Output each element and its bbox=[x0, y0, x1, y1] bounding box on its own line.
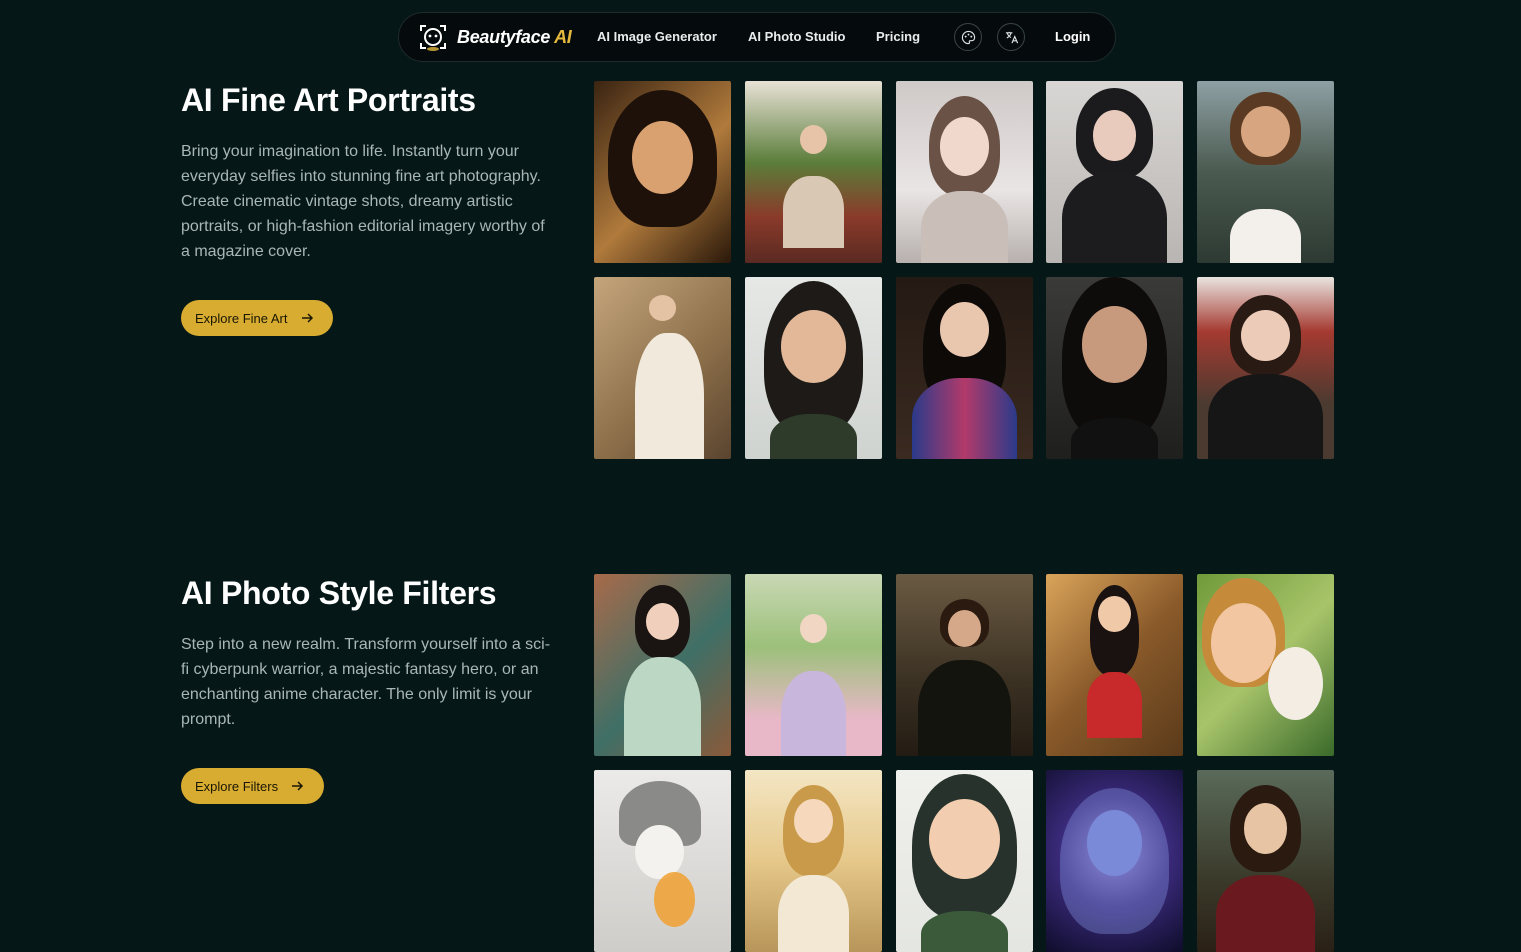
section-title-style-filters: AI Photo Style Filters bbox=[181, 575, 497, 611]
language-button[interactable] bbox=[997, 23, 1025, 51]
gallery-image[interactable] bbox=[1046, 574, 1183, 756]
gallery-image[interactable] bbox=[594, 770, 731, 952]
nav-pricing[interactable]: Pricing bbox=[876, 29, 920, 44]
gallery-image[interactable] bbox=[1046, 277, 1183, 459]
theme-button[interactable] bbox=[954, 23, 982, 51]
gallery-image[interactable] bbox=[1046, 770, 1183, 952]
gallery-image[interactable] bbox=[745, 81, 882, 263]
palette-icon bbox=[961, 30, 975, 44]
section-desc-fine-art: Bring your imagination to life. Instantl… bbox=[181, 143, 545, 260]
gallery-image[interactable] bbox=[594, 81, 731, 263]
gallery-image[interactable] bbox=[594, 574, 731, 756]
explore-filters-button[interactable]: Explore Filters bbox=[181, 768, 324, 804]
top-nav: Beautyface AI AI Image Generator AI Phot… bbox=[398, 12, 1116, 62]
translate-icon bbox=[1005, 31, 1018, 43]
arrow-right-icon bbox=[292, 781, 304, 791]
gallery-image[interactable] bbox=[896, 81, 1033, 263]
gallery-image[interactable] bbox=[745, 277, 882, 459]
brand-name: Beautyface AI bbox=[457, 26, 572, 47]
face-scan-icon bbox=[420, 25, 446, 51]
brand-logo[interactable]: Beautyface AI bbox=[419, 23, 572, 51]
gallery-image[interactable] bbox=[1197, 277, 1334, 459]
gallery-image[interactable] bbox=[1197, 770, 1334, 952]
button-label: Explore Filters bbox=[195, 778, 279, 794]
login-link[interactable]: Login bbox=[1055, 29, 1090, 44]
gallery-image[interactable] bbox=[896, 574, 1033, 756]
gallery-image[interactable] bbox=[896, 770, 1033, 952]
gallery-image[interactable] bbox=[1197, 81, 1334, 263]
gallery-image[interactable] bbox=[745, 770, 882, 952]
arrow-right-icon bbox=[301, 313, 313, 323]
gallery-image[interactable] bbox=[1197, 574, 1334, 756]
gallery-image[interactable] bbox=[1046, 81, 1183, 263]
gallery-image[interactable] bbox=[745, 574, 882, 756]
explore-fine-art-button[interactable]: Explore Fine Art bbox=[181, 300, 333, 336]
nav-ai-photo-studio[interactable]: AI Photo Studio bbox=[748, 29, 845, 44]
button-label: Explore Fine Art bbox=[195, 310, 288, 326]
gallery-image[interactable] bbox=[896, 277, 1033, 459]
nav-ai-image-generator[interactable]: AI Image Generator bbox=[597, 29, 717, 44]
gallery-image[interactable] bbox=[594, 277, 731, 459]
section-desc-style-filters: Step into a new realm. Transform yoursel… bbox=[181, 636, 551, 728]
section-title-fine-art: AI Fine Art Portraits bbox=[181, 82, 476, 118]
